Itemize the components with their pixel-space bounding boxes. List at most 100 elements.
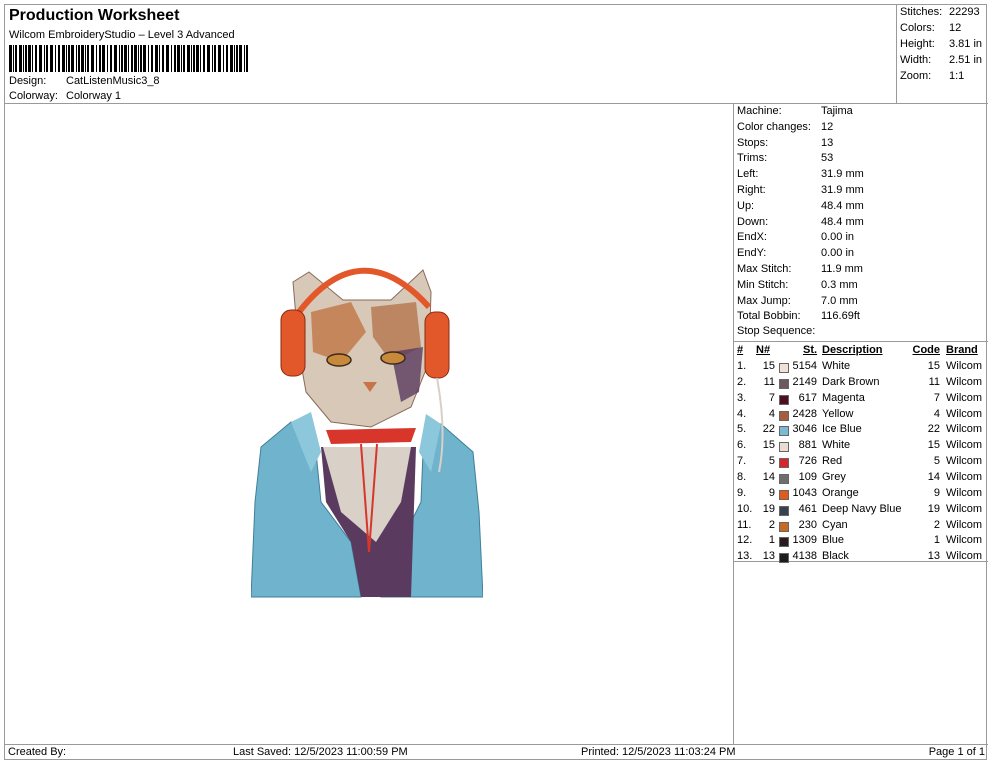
barcode-bar bbox=[226, 45, 228, 72]
barcode-bar bbox=[55, 45, 56, 72]
stop-sequence-title: Stop Sequence: bbox=[737, 325, 816, 337]
barcode-bar bbox=[200, 45, 201, 72]
col-description-header: Description bbox=[822, 344, 883, 356]
barcode-bar bbox=[131, 45, 133, 72]
barcode-bar bbox=[44, 45, 45, 72]
software-name: Wilcom EmbroideryStudio – Level 3 Advanc… bbox=[9, 29, 235, 41]
design-row: Design: CatListenMusic3_8 bbox=[9, 75, 160, 87]
info-label: EndY: bbox=[737, 247, 767, 260]
last-saved: Last Saved: 12/5/2023 11:00:59 PM bbox=[233, 746, 408, 758]
stop-sequence-row: 4. 4 2428 Yellow 4 Wilcom bbox=[734, 408, 988, 424]
stop-sequence-row: 1. 15 5154 White 15 Wilcom bbox=[734, 360, 988, 376]
info-label: Min Stitch: bbox=[737, 278, 789, 291]
barcode-bar bbox=[50, 45, 53, 72]
needle-number: 5 bbox=[768, 455, 775, 468]
barcode-bar bbox=[25, 45, 27, 72]
thread-description: Grey bbox=[822, 470, 846, 483]
info-row: Total Bobbin: 116.69ft bbox=[737, 310, 860, 326]
color-swatch bbox=[779, 442, 789, 453]
stop-num: 2. bbox=[737, 375, 747, 388]
barcode-bar bbox=[85, 45, 86, 72]
colors-value: 12 bbox=[949, 22, 962, 34]
needle-number: 9 bbox=[768, 486, 775, 499]
needle-number: 15 bbox=[762, 439, 775, 452]
thread-description: Ice Blue bbox=[822, 423, 862, 436]
info-row: Up: 48.4 mm bbox=[737, 200, 864, 216]
thread-code: 9 bbox=[933, 486, 940, 499]
barcode-bar bbox=[223, 45, 224, 72]
stop-num: 6. bbox=[737, 439, 747, 452]
thread-brand: Wilcom bbox=[946, 391, 983, 404]
col-needle-header: N# bbox=[756, 344, 771, 356]
design-preview bbox=[5, 104, 733, 744]
stitch-count: 617 bbox=[798, 391, 817, 404]
zoom-value: 1:1 bbox=[949, 70, 965, 82]
thread-code: 7 bbox=[933, 391, 940, 404]
barcode-bar bbox=[39, 45, 42, 72]
barcode-bar bbox=[151, 45, 153, 72]
stitches-row: Stitches: 22293 bbox=[900, 6, 988, 18]
thread-description: White bbox=[822, 360, 851, 372]
barcode-bar bbox=[46, 45, 48, 72]
stop-num: 3. bbox=[737, 391, 747, 404]
stitch-count: 726 bbox=[798, 455, 817, 468]
needle-number: 15 bbox=[762, 360, 775, 372]
barcode-bar bbox=[230, 45, 233, 72]
printed-date: Printed: 12/5/2023 11:03:24 PM bbox=[581, 746, 736, 758]
thread-brand: Wilcom bbox=[946, 518, 983, 531]
barcode-bar bbox=[124, 45, 127, 72]
color-swatch bbox=[779, 505, 789, 516]
info-value: 0.00 in bbox=[821, 231, 855, 244]
barcode-bar bbox=[102, 45, 105, 72]
needle-number: 11 bbox=[763, 375, 775, 388]
info-value: 48.4 mm bbox=[821, 215, 864, 228]
info-value: 31.9 mm bbox=[821, 184, 864, 196]
stop-sequence-row: 10. 19 461 Deep Navy Blue 19 Wilcom bbox=[734, 503, 988, 519]
summary-box: Stitches: 22293 Colors: 12 Height: 3.81 in … bbox=[896, 5, 988, 104]
stop-sequence-row: 12. 1 1309 Blue 1 Wilcom bbox=[734, 534, 988, 550]
thread-code: 2 bbox=[933, 518, 940, 531]
height-row: Height: 3.81 in bbox=[900, 38, 988, 50]
page-number: Page 1 of 1 bbox=[928, 746, 985, 758]
stitch-count: 109 bbox=[798, 470, 817, 483]
info-row: Color changes: 12 bbox=[737, 121, 833, 137]
info-label: Trims: bbox=[737, 152, 768, 165]
barcode-bar bbox=[236, 45, 238, 72]
barcode-bar bbox=[87, 45, 89, 72]
info-label: Up: bbox=[737, 199, 755, 212]
color-swatch bbox=[779, 363, 789, 373]
barcode-bar bbox=[62, 45, 65, 72]
info-value: 48.4 mm bbox=[821, 199, 864, 212]
info-value: 13 bbox=[821, 136, 834, 149]
thread-code: 13 bbox=[927, 550, 940, 563]
color-swatch bbox=[779, 537, 789, 548]
info-value: 116.69ft bbox=[821, 310, 860, 323]
stop-num: 11. bbox=[737, 518, 752, 531]
barcode-bar bbox=[218, 45, 221, 72]
stop-sequence-row: 8. 14 109 Grey 14 Wilcom bbox=[734, 471, 988, 487]
thread-brand: Wilcom bbox=[946, 375, 983, 388]
barcode-bar bbox=[143, 45, 146, 72]
stitches-value: 22293 bbox=[949, 6, 980, 18]
barcode-bar bbox=[13, 45, 14, 72]
barcode-bar bbox=[119, 45, 120, 72]
footer: Created By: Last Saved: 12/5/2023 11:00:… bbox=[5, 744, 988, 761]
info-row: Stops: 13 bbox=[737, 137, 833, 153]
stop-sequence-row: 7. 5 726 Red 5 Wilcom bbox=[734, 455, 988, 471]
worksheet: Production Worksheet Wilcom EmbroiderySt… bbox=[4, 4, 988, 761]
color-swatch bbox=[779, 521, 789, 532]
stop-sequence-row: 9. 9 1043 Orange 9 Wilcom bbox=[734, 487, 988, 503]
needle-number: 19 bbox=[762, 502, 775, 515]
zoom-row: Zoom: 1:1 bbox=[900, 70, 988, 82]
barcode-bar bbox=[71, 45, 74, 72]
barcode-bar bbox=[183, 45, 185, 72]
stop-num: 10. bbox=[737, 502, 753, 515]
stop-num: 7. bbox=[737, 455, 747, 468]
barcode-bar bbox=[140, 45, 142, 72]
thread-brand: Wilcom bbox=[946, 455, 983, 468]
width-label: Width: bbox=[900, 54, 932, 66]
thread-brand: Wilcom bbox=[946, 486, 983, 499]
barcode-bar bbox=[35, 45, 37, 72]
barcode-bar bbox=[212, 45, 213, 72]
needle-number: 13 bbox=[762, 550, 775, 563]
